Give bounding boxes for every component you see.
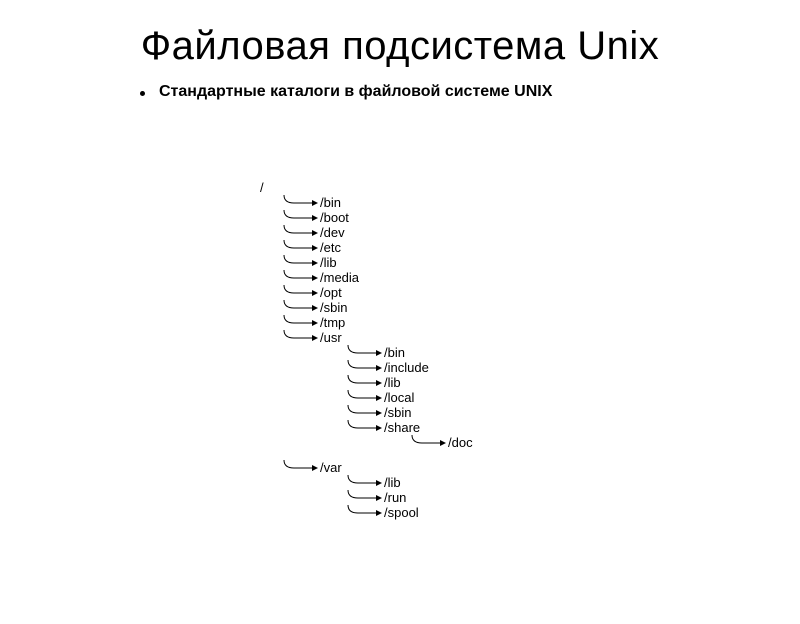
- connector-icon: [282, 240, 318, 255]
- connector-icon: [282, 460, 318, 475]
- tree-node-usr-bin: /bin: [346, 345, 473, 360]
- subtitle-text: Стандартные каталоги в файловой системе …: [159, 83, 552, 101]
- connector-icon: [346, 375, 382, 390]
- connector-icon: [282, 300, 318, 315]
- tree-node-usr-share: /share: [346, 420, 473, 435]
- page-title: Файловая подсистема Unix: [0, 24, 800, 69]
- tree-node-etc: /etc: [282, 240, 473, 255]
- connector-icon: [346, 490, 382, 505]
- tree-node-dev: /dev: [282, 225, 473, 240]
- tree-node-bin: /bin: [282, 195, 473, 210]
- tree-node-var-lib: /lib: [346, 475, 473, 490]
- connector-icon: [282, 270, 318, 285]
- connector-icon: [282, 195, 318, 210]
- tree-node-tmp: /tmp: [282, 315, 473, 330]
- tree-node-var-spool: /spool: [346, 505, 473, 520]
- tree-node-usr-lib: /lib: [346, 375, 473, 390]
- tree-node-boot: /boot: [282, 210, 473, 225]
- connector-icon: [410, 435, 446, 450]
- connector-icon: [282, 255, 318, 270]
- tree-node-sbin: /sbin: [282, 300, 473, 315]
- connector-icon: [346, 405, 382, 420]
- tree-root: /: [258, 180, 473, 195]
- connector-icon: [346, 345, 382, 360]
- tree-node-media: /media: [282, 270, 473, 285]
- tree-node-opt: /opt: [282, 285, 473, 300]
- tree-node-var: /var: [282, 460, 473, 475]
- filesystem-tree: / /bin /boot /dev /etc /lib /media /opt …: [258, 180, 473, 520]
- connector-icon: [282, 225, 318, 240]
- connector-icon: [346, 360, 382, 375]
- tree-node-usr-include: /include: [346, 360, 473, 375]
- tree-node-var-run: /run: [346, 490, 473, 505]
- connector-icon: [346, 475, 382, 490]
- connector-icon: [282, 315, 318, 330]
- connector-icon: [282, 210, 318, 225]
- bullet-dot: [140, 91, 145, 96]
- subtitle-bullet: Стандартные каталоги в файловой системе …: [140, 83, 800, 101]
- connector-icon: [282, 285, 318, 300]
- tree-node-usr-share-doc: /doc: [410, 435, 473, 450]
- tree-node-lib: /lib: [282, 255, 473, 270]
- connector-icon: [282, 330, 318, 345]
- tree-node-usr: /usr: [282, 330, 473, 345]
- connector-icon: [346, 390, 382, 405]
- connector-icon: [346, 420, 382, 435]
- connector-icon: [346, 505, 382, 520]
- tree-node-usr-sbin: /sbin: [346, 405, 473, 420]
- tree-node-usr-local: /local: [346, 390, 473, 405]
